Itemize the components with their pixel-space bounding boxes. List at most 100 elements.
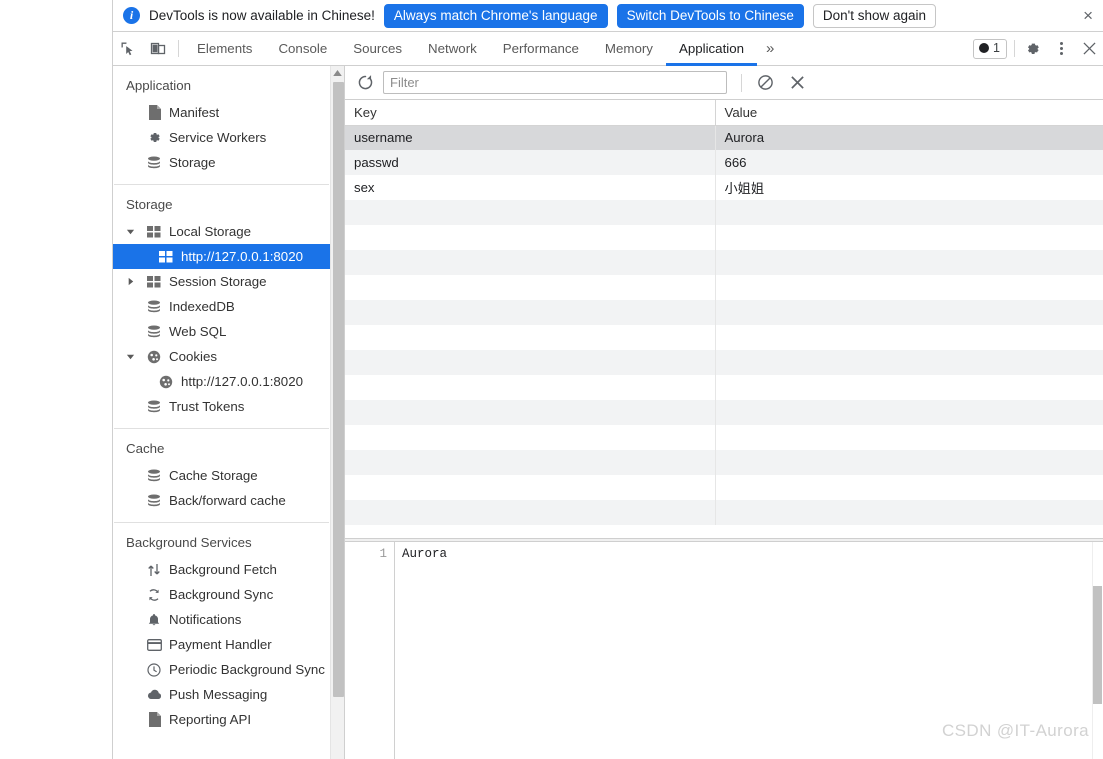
column-header-value[interactable]: Value	[715, 100, 1103, 126]
sidebar-item-label: Reporting API	[169, 712, 252, 727]
sidebar-item-background-sync[interactable]: Background Sync	[113, 582, 330, 607]
sidebar-item-label: Push Messaging	[169, 687, 268, 702]
table-grid-icon	[146, 274, 162, 290]
more-tabs-chevron-icon[interactable]: »	[757, 32, 783, 65]
sidebar-scrollbar-thumb[interactable]	[333, 82, 344, 697]
always-match-chrome-language-button[interactable]: Always match Chrome's language	[383, 3, 608, 28]
table-row-empty[interactable]	[345, 475, 1103, 500]
sidebar-item-local-storage[interactable]: Local Storage	[113, 219, 330, 244]
value-preview-panel: 1 Aurora CSDN @IT-Aurora	[345, 542, 1103, 759]
sidebar-section-cache: Cache Cache Storage Back/forward cache	[113, 429, 330, 522]
cell-value[interactable]: 小姐姐	[715, 175, 1103, 200]
tab-sources[interactable]: Sources	[340, 32, 415, 65]
table-row-empty[interactable]	[345, 250, 1103, 275]
table-row-empty[interactable]	[345, 200, 1103, 225]
cell-key[interactable]: sex	[345, 175, 716, 200]
twisty-expanded-icon[interactable]	[125, 226, 136, 237]
tab-memory[interactable]: Memory	[592, 32, 666, 65]
sidebar-item-local-storage-origin[interactable]: http://127.0.0.1:8020	[113, 244, 330, 269]
sidebar-section-title: Background Services	[126, 535, 252, 550]
sidebar-scrollbar[interactable]	[330, 66, 344, 759]
filter-divider	[741, 73, 742, 92]
sidebar-item-web-sql[interactable]: Web SQL	[113, 319, 330, 344]
sidebar-item-indexeddb[interactable]: IndexedDB	[113, 294, 330, 319]
table-row-empty[interactable]	[345, 425, 1103, 450]
tab-console[interactable]: Console	[265, 32, 340, 65]
table-row-empty[interactable]	[345, 450, 1103, 475]
inspect-element-icon[interactable]	[113, 32, 143, 65]
cell-key[interactable]: passwd	[345, 150, 716, 175]
issue-dot-icon	[979, 43, 990, 53]
sidebar-item-back-forward-cache[interactable]: Back/forward cache	[113, 488, 330, 513]
kebab-menu-icon[interactable]	[1047, 32, 1075, 65]
twisty-expanded-icon[interactable]	[125, 351, 136, 362]
table-row-empty[interactable]	[345, 350, 1103, 375]
screenshot-root: i DevTools is now available in Chinese! …	[0, 0, 1103, 759]
close-devtools-icon[interactable]	[1075, 32, 1103, 65]
sidebar-item-label: Trust Tokens	[169, 399, 245, 414]
sidebar-item-manifest[interactable]: Manifest	[113, 100, 330, 125]
sidebar-item-payment-handler[interactable]: Payment Handler	[113, 632, 330, 657]
sidebar-item-background-fetch[interactable]: Background Fetch	[113, 557, 330, 582]
cell-value[interactable]: 666	[715, 150, 1103, 175]
sidebar-item-label: Storage	[169, 155, 216, 170]
filter-input[interactable]	[383, 71, 727, 94]
table-row[interactable]: passwd 666	[345, 150, 1103, 175]
sidebar-section-application: Application Manifest Service Workers Sto…	[113, 66, 330, 184]
refresh-icon[interactable]	[353, 71, 377, 95]
sidebar-item-notifications[interactable]: Notifications	[113, 607, 330, 632]
tab-network[interactable]: Network	[415, 32, 490, 65]
cell-key	[345, 225, 716, 250]
infobar-close-icon[interactable]: ×	[1079, 7, 1097, 24]
clear-all-no-entry-icon[interactable]	[752, 71, 778, 95]
tab-application[interactable]: Application	[665, 32, 758, 66]
devtools-main-toolbar: Elements Console Sources Network Perform…	[113, 32, 1103, 66]
preview-value-text[interactable]: Aurora	[395, 542, 1103, 759]
sidebar-item-periodic-background-sync[interactable]: Periodic Background Sync	[113, 657, 330, 682]
switch-devtools-to-chinese-button[interactable]: Switch DevTools to Chinese	[616, 3, 804, 28]
sidebar-item-reporting-api[interactable]: Reporting API	[113, 707, 330, 732]
cell-value	[715, 375, 1103, 400]
local-storage-table: Key Value username Aurora passwd 666 sex…	[345, 100, 1103, 525]
sidebar-item-trust-tokens[interactable]: Trust Tokens	[113, 394, 330, 419]
cell-value	[715, 425, 1103, 450]
table-row-empty[interactable]	[345, 375, 1103, 400]
up-down-arrows-icon	[146, 562, 162, 578]
table-row-empty[interactable]	[345, 275, 1103, 300]
sidebar-item-service-workers[interactable]: Service Workers	[113, 125, 330, 150]
preview-scrollbar[interactable]	[1092, 542, 1103, 759]
tab-elements[interactable]: Elements	[184, 32, 265, 65]
sidebar-item-push-messaging[interactable]: Push Messaging	[113, 682, 330, 707]
sidebar-item-storage[interactable]: Storage	[113, 150, 330, 175]
device-toolbar-icon[interactable]	[143, 32, 173, 65]
sidebar-item-cache-storage[interactable]: Cache Storage	[113, 463, 330, 488]
toolbar-divider-right	[1014, 40, 1015, 57]
line-number-gutter: 1	[345, 542, 395, 759]
sidebar-item-cookies-origin[interactable]: http://127.0.0.1:8020	[113, 369, 330, 394]
database-icon	[146, 324, 162, 340]
gear-icon[interactable]	[1019, 32, 1047, 65]
table-row-empty[interactable]	[345, 325, 1103, 350]
table-row[interactable]: username Aurora	[345, 125, 1103, 150]
devtools-language-infobar: i DevTools is now available in Chinese! …	[113, 0, 1103, 32]
cell-key[interactable]: username	[345, 125, 716, 150]
cell-value	[715, 225, 1103, 250]
issues-badge[interactable]: 1	[973, 38, 1007, 59]
table-row-empty[interactable]	[345, 225, 1103, 250]
column-header-key[interactable]: Key	[345, 100, 716, 126]
toolbar-divider	[178, 40, 179, 57]
sidebar-item-cookies[interactable]: Cookies	[113, 344, 330, 369]
cell-value[interactable]: Aurora	[715, 125, 1103, 150]
tab-performance[interactable]: Performance	[490, 32, 592, 65]
scroll-up-arrow-icon[interactable]	[331, 66, 344, 80]
table-row-empty[interactable]	[345, 400, 1103, 425]
dont-show-again-button[interactable]: Don't show again	[812, 3, 937, 28]
preview-scrollbar-thumb[interactable]	[1093, 586, 1102, 704]
devtools-body: Application Manifest Service Workers Sto…	[113, 66, 1103, 759]
table-row-empty[interactable]	[345, 500, 1103, 525]
table-row[interactable]: sex 小姐姐	[345, 175, 1103, 200]
delete-selected-x-icon[interactable]	[784, 71, 810, 95]
sidebar-item-session-storage[interactable]: Session Storage	[113, 269, 330, 294]
twisty-collapsed-icon[interactable]	[125, 276, 136, 287]
table-row-empty[interactable]	[345, 300, 1103, 325]
